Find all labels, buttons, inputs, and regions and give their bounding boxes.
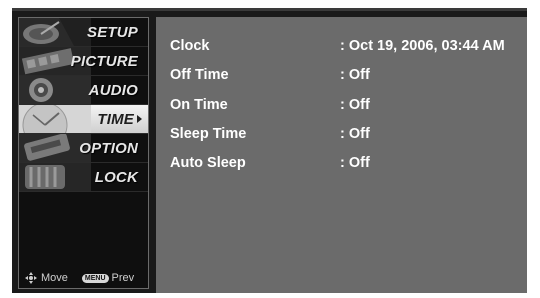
- setting-row-sleep-time[interactable]: Sleep Time : Off: [170, 126, 520, 146]
- tv-screen: SETUP PICTURE AUDIO TIME OPTION LOCK Mov…: [12, 8, 527, 293]
- menu-item-label: AUDIO: [88, 81, 138, 99]
- menu-item-setup[interactable]: SETUP: [19, 18, 148, 47]
- navigation-hint: Move MENU Prev: [25, 272, 145, 284]
- setting-value: : Off: [340, 155, 370, 171]
- setting-row-off-time[interactable]: Off Time : Off: [170, 67, 520, 87]
- menu-key-icon: MENU: [81, 273, 109, 283]
- prev-hint-label: Prev: [111, 272, 135, 284]
- clock-icon: [19, 105, 91, 133]
- padlock-icon: [19, 163, 91, 191]
- main-menu-sidebar: SETUP PICTURE AUDIO TIME OPTION LOCK Mov…: [18, 17, 149, 289]
- setting-name: Clock: [170, 38, 210, 54]
- move-arrows-icon: [25, 272, 37, 284]
- setting-value: : Off: [340, 97, 370, 113]
- menu-item-time[interactable]: TIME: [19, 105, 148, 134]
- menu-item-label: LOCK: [94, 168, 138, 186]
- menu-item-label: SETUP: [86, 23, 138, 41]
- setting-row-auto-sleep[interactable]: Auto Sleep : Off: [170, 155, 520, 175]
- chevron-right-icon: [137, 115, 142, 123]
- move-hint-label: Move: [41, 272, 68, 284]
- menu-item-audio[interactable]: AUDIO: [19, 76, 148, 105]
- speaker-icon: [19, 76, 91, 104]
- menu-item-lock[interactable]: LOCK: [19, 163, 148, 192]
- setting-name: Sleep Time: [170, 126, 247, 142]
- menu-item-label: PICTURE: [70, 52, 138, 70]
- menu-item-picture[interactable]: PICTURE: [19, 47, 148, 76]
- setting-row-clock[interactable]: Clock : Oct 19, 2006, 03:44 AM: [170, 38, 520, 58]
- setting-value: : Oct 19, 2006, 03:44 AM: [340, 38, 505, 54]
- top-divider: [12, 8, 527, 11]
- setting-row-on-time[interactable]: On Time : Off: [170, 97, 520, 117]
- setting-value: : Off: [340, 67, 370, 83]
- menu-item-option[interactable]: OPTION: [19, 134, 148, 163]
- setting-name: On Time: [170, 97, 228, 113]
- setting-name: Off Time: [170, 67, 229, 83]
- setting-name: Auto Sleep: [170, 155, 246, 171]
- satellite-dish-icon: [19, 18, 91, 46]
- setting-value: : Off: [340, 126, 370, 142]
- menu-item-label: TIME: [97, 110, 134, 128]
- time-settings-panel: Clock : Oct 19, 2006, 03:44 AM Off Time …: [156, 17, 527, 293]
- menu-item-label: OPTION: [79, 139, 138, 157]
